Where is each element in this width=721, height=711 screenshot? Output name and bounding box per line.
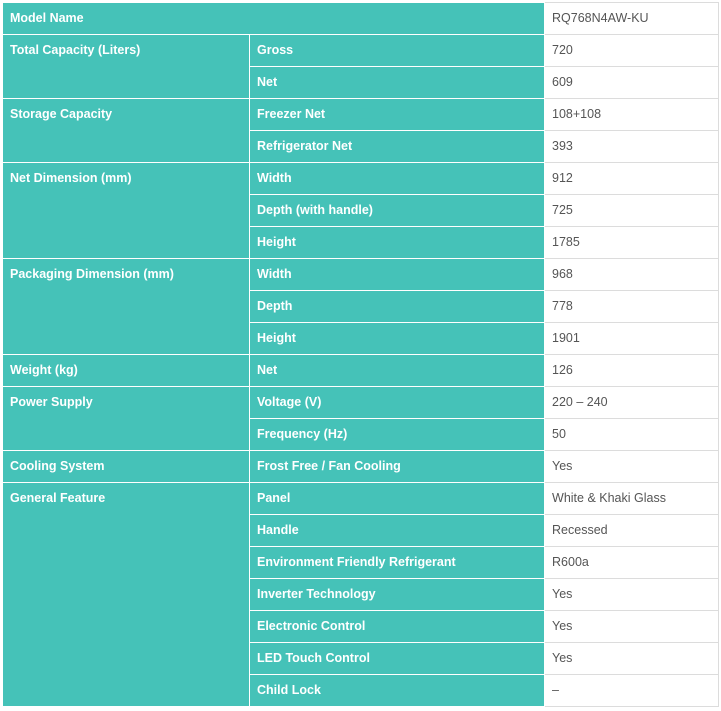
- spec-group-label: Packaging Dimension (mm): [2, 258, 250, 355]
- spec-row-value: –: [544, 674, 720, 707]
- spec-row-value: 393: [544, 130, 720, 163]
- spec-row-label: Depth: [248, 290, 546, 323]
- model-name-label: Model Name: [1, 2, 546, 35]
- spec-row-value: Yes: [544, 450, 720, 483]
- spec-row-value: Yes: [544, 578, 720, 611]
- spec-row-value: Yes: [544, 642, 720, 675]
- spec-row-value: 1901: [544, 322, 720, 355]
- spec-group-label: Total Capacity (Liters): [2, 34, 250, 99]
- table-row: Total Capacity (Liters) Gross 720: [2, 34, 720, 99]
- table-row: Power Supply Voltage (V) 220 – 240: [2, 386, 720, 451]
- spec-row-value: Recessed: [544, 514, 720, 547]
- spec-row-label: Depth (with handle): [248, 194, 546, 227]
- table-row: Cooling System Frost Free / Fan Cooling Ye…: [2, 450, 720, 483]
- spec-row-label: Width: [248, 258, 546, 291]
- spec-row-value: 968: [544, 258, 720, 291]
- spec-row-label: Handle: [248, 514, 546, 547]
- spec-group-label: General Feature: [2, 482, 250, 707]
- spec-row-label: Panel: [248, 482, 546, 515]
- spec-group-label: Storage Capacity: [2, 98, 250, 163]
- spec-row-value: 725: [544, 194, 720, 227]
- table-row: Storage Capacity Freezer Net 108+108: [2, 98, 720, 163]
- spec-row-value: R600a: [544, 546, 720, 579]
- spec-row-label: Gross: [248, 34, 546, 67]
- spec-row-value: 778: [544, 290, 720, 323]
- spec-row-value: 720: [544, 34, 720, 67]
- spec-table: Model Name RQ768N4AW-KU Total Capacity (…: [1, 2, 720, 707]
- spec-group-label: Weight (kg): [2, 354, 250, 387]
- table-row: Weight (kg) Net 126: [2, 354, 720, 387]
- spec-group-label: Power Supply: [2, 386, 250, 451]
- spec-row-label: LED Touch Control: [248, 642, 546, 675]
- spec-row-value: 108+108: [544, 98, 720, 131]
- spec-group-label: Cooling System: [2, 450, 250, 483]
- spec-row-value: 912: [544, 162, 720, 195]
- spec-row-label: Frost Free / Fan Cooling: [248, 450, 546, 483]
- table-row: Net Dimension (mm) Width 912: [2, 162, 720, 259]
- spec-row-value: 1785: [544, 226, 720, 259]
- spec-row-value: 50: [544, 418, 720, 451]
- table-row-model-name: Model Name RQ768N4AW-KU: [1, 2, 720, 35]
- spec-row-label: Voltage (V): [248, 386, 546, 419]
- model-name-value: RQ768N4AW-KU: [544, 2, 720, 35]
- spec-table-body: Model Name RQ768N4AW-KU Total Capacity (…: [1, 2, 720, 707]
- spec-row-label: Frequency (Hz): [248, 418, 546, 451]
- spec-row-label: Width: [248, 162, 546, 195]
- spec-group-label: Net Dimension (mm): [2, 162, 250, 259]
- spec-row-label: Net: [248, 66, 546, 99]
- spec-row-label: Height: [248, 226, 546, 259]
- spec-row-label: Electronic Control: [248, 610, 546, 643]
- spec-row-label: Child Lock: [248, 674, 546, 707]
- spec-row-label: Freezer Net: [248, 98, 546, 131]
- spec-row-label: Height: [248, 322, 546, 355]
- table-row: Packaging Dimension (mm) Width 968: [2, 258, 720, 355]
- spec-row-value: 126: [544, 354, 720, 387]
- spec-row-label: Inverter Technology: [248, 578, 546, 611]
- spec-row-value: Yes: [544, 610, 720, 643]
- spec-row-value: 609: [544, 66, 720, 99]
- spec-row-value: 220 – 240: [544, 386, 720, 419]
- spec-row-label: Refrigerator Net: [248, 130, 546, 163]
- spec-row-value: White & Khaki Glass: [544, 482, 720, 515]
- spec-row-label: Environment Friendly Refrigerant: [248, 546, 546, 579]
- table-row: General Feature Panel White & Khaki Glass: [2, 482, 720, 707]
- spec-row-label: Net: [248, 354, 546, 387]
